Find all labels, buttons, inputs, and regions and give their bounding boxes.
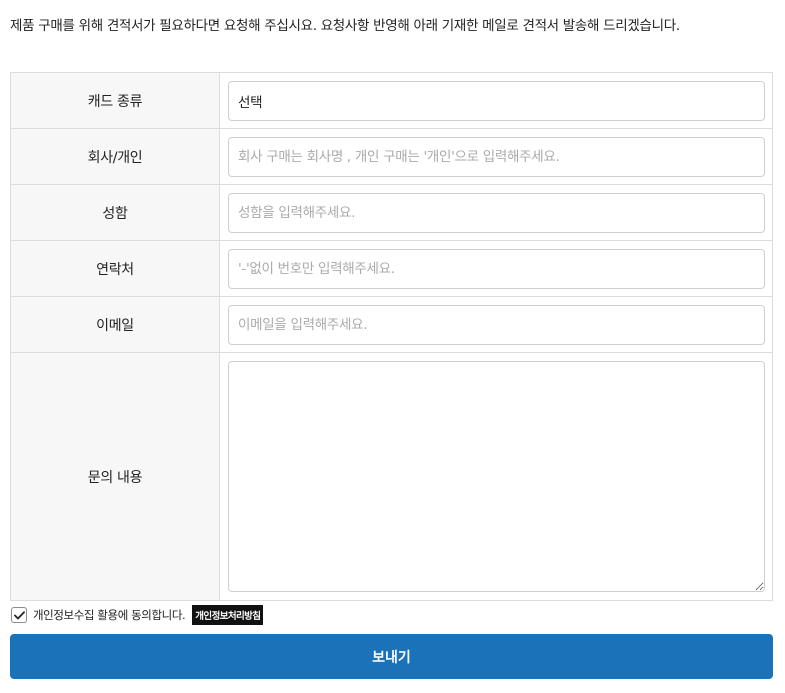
cad-type-selected-value: 선택: [238, 94, 263, 111]
form-row-phone: 연락처: [10, 240, 773, 297]
phone-label: 연락처: [10, 240, 220, 297]
form-row-company: 회사/개인: [10, 128, 773, 185]
phone-input[interactable]: [228, 248, 765, 289]
email-label: 이메일: [10, 296, 220, 353]
email-input[interactable]: [228, 304, 765, 345]
message-label: 문의 내용: [10, 352, 220, 601]
form-row-email: 이메일: [10, 296, 773, 353]
privacy-policy-button[interactable]: 개인정보처리방침: [192, 605, 264, 625]
checkmark-icon: [13, 610, 25, 619]
privacy-agreement-label: 개인정보수집 활용에 동의합니다.: [33, 608, 186, 622]
form-row-cad-type: 캐드 종류 선택: [10, 72, 773, 129]
cad-type-select[interactable]: 선택: [228, 80, 765, 121]
intro-text: 제품 구매를 위해 견적서가 필요하다면 요청해 주십시요. 요청사항 반영해 …: [10, 18, 680, 34]
company-input[interactable]: [228, 136, 765, 177]
company-label: 회사/개인: [10, 128, 220, 185]
form-row-message: 문의 내용: [10, 352, 773, 601]
form-row-name: 성함: [10, 184, 773, 241]
privacy-checkbox[interactable]: [11, 607, 27, 623]
message-textarea[interactable]: [228, 361, 765, 592]
privacy-agreement: 개인정보수집 활용에 동의합니다. 개인정보처리방침: [11, 605, 264, 625]
name-input[interactable]: [228, 192, 765, 233]
submit-button[interactable]: 보내기: [10, 634, 773, 679]
quote-request-form: 캐드 종류 선택 회사/개인 성함 연락처 이메일 문의 내용: [10, 72, 773, 601]
name-label: 성함: [10, 184, 220, 241]
cad-type-label: 캐드 종류: [10, 72, 220, 129]
